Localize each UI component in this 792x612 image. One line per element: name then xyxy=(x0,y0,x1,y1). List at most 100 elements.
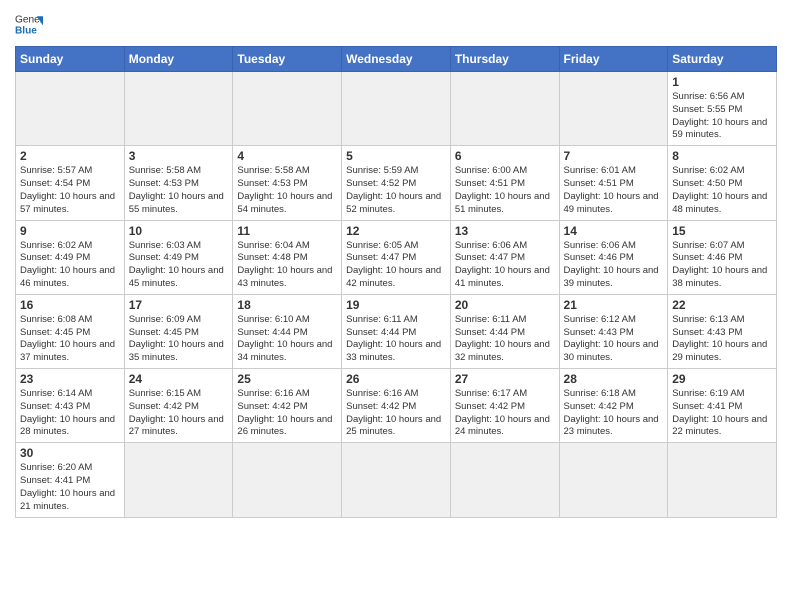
day-info: Sunrise: 6:13 AM Sunset: 4:43 PM Dayligh… xyxy=(672,314,772,365)
calendar-day-cell: 2 Sunrise: 5:57 AM Sunset: 4:54 PM Daylig… xyxy=(16,146,125,220)
calendar-day-cell: 23 Sunrise: 6:14 AM Sunset: 4:43 PM Dayli… xyxy=(16,369,125,443)
calendar-day-cell xyxy=(124,72,233,146)
day-info: Sunrise: 5:58 AM Sunset: 4:53 PM Dayligh… xyxy=(129,165,229,216)
svg-text:General: General xyxy=(15,14,43,25)
day-info: Sunrise: 6:17 AM Sunset: 4:42 PM Dayligh… xyxy=(455,388,555,439)
day-number: 18 xyxy=(237,298,337,312)
day-number: 29 xyxy=(672,372,772,386)
generalblue-logo-icon: General Blue xyxy=(15,10,43,38)
calendar-day-cell xyxy=(233,72,342,146)
day-number: 11 xyxy=(237,224,337,238)
calendar-day-cell: 26 Sunrise: 6:16 AM Sunset: 4:42 PM Dayli… xyxy=(342,369,451,443)
day-info: Sunrise: 6:19 AM Sunset: 4:41 PM Dayligh… xyxy=(672,388,772,439)
calendar-week-row: 23 Sunrise: 6:14 AM Sunset: 4:43 PM Dayli… xyxy=(16,369,777,443)
calendar-day-cell: 7 Sunrise: 6:01 AM Sunset: 4:51 PM Daylig… xyxy=(559,146,668,220)
day-number: 21 xyxy=(564,298,664,312)
weekday-header-sunday: Sunday xyxy=(16,47,125,72)
calendar-day-cell: 22 Sunrise: 6:13 AM Sunset: 4:43 PM Dayli… xyxy=(668,294,777,368)
day-info: Sunrise: 6:07 AM Sunset: 4:46 PM Dayligh… xyxy=(672,240,772,291)
day-info: Sunrise: 6:04 AM Sunset: 4:48 PM Dayligh… xyxy=(237,240,337,291)
calendar-day-cell: 4 Sunrise: 5:58 AM Sunset: 4:53 PM Daylig… xyxy=(233,146,342,220)
day-number: 2 xyxy=(20,149,120,163)
day-info: Sunrise: 6:10 AM Sunset: 4:44 PM Dayligh… xyxy=(237,314,337,365)
calendar-day-cell: 30Sunrise: 6:20 AM Sunset: 4:41 PM Dayli… xyxy=(16,443,125,517)
day-info: Sunrise: 6:02 AM Sunset: 4:49 PM Dayligh… xyxy=(20,240,120,291)
day-number: 22 xyxy=(672,298,772,312)
day-info: Sunrise: 6:08 AM Sunset: 4:45 PM Dayligh… xyxy=(20,314,120,365)
calendar-day-cell: 27 Sunrise: 6:17 AM Sunset: 4:42 PM Dayli… xyxy=(450,369,559,443)
weekday-header-friday: Friday xyxy=(559,47,668,72)
calendar-day-cell: 18 Sunrise: 6:10 AM Sunset: 4:44 PM Dayli… xyxy=(233,294,342,368)
day-info: Sunrise: 6:00 AM Sunset: 4:51 PM Dayligh… xyxy=(455,165,555,216)
day-number: 8 xyxy=(672,149,772,163)
day-info: Sunrise: 6:14 AM Sunset: 4:43 PM Dayligh… xyxy=(20,388,120,439)
day-number: 9 xyxy=(20,224,120,238)
calendar-week-row: 2 Sunrise: 5:57 AM Sunset: 4:54 PM Daylig… xyxy=(16,146,777,220)
calendar-day-cell xyxy=(124,443,233,517)
calendar-day-cell xyxy=(342,443,451,517)
day-info: Sunrise: 6:03 AM Sunset: 4:49 PM Dayligh… xyxy=(129,240,229,291)
calendar-table: SundayMondayTuesdayWednesdayThursdayFrid… xyxy=(15,46,777,518)
day-number: 6 xyxy=(455,149,555,163)
calendar-week-row: 1 Sunrise: 6:56 AM Sunset: 5:55 PM Daylig… xyxy=(16,72,777,146)
day-info: Sunrise: 6:15 AM Sunset: 4:42 PM Dayligh… xyxy=(129,388,229,439)
day-info: Sunrise: 6:16 AM Sunset: 4:42 PM Dayligh… xyxy=(346,388,446,439)
calendar-day-cell: 5Sunrise: 5:59 AM Sunset: 4:52 PM Daylig… xyxy=(342,146,451,220)
day-info: Sunrise: 6:11 AM Sunset: 4:44 PM Dayligh… xyxy=(346,314,446,365)
day-info: Sunrise: 5:58 AM Sunset: 4:53 PM Dayligh… xyxy=(237,165,337,216)
day-number: 13 xyxy=(455,224,555,238)
weekday-header-wednesday: Wednesday xyxy=(342,47,451,72)
day-number: 3 xyxy=(129,149,229,163)
weekday-header-row: SundayMondayTuesdayWednesdayThursdayFrid… xyxy=(16,47,777,72)
day-number: 7 xyxy=(564,149,664,163)
day-info: Sunrise: 6:01 AM Sunset: 4:51 PM Dayligh… xyxy=(564,165,664,216)
calendar-day-cell xyxy=(559,72,668,146)
day-info: Sunrise: 6:06 AM Sunset: 4:47 PM Dayligh… xyxy=(455,240,555,291)
day-number: 23 xyxy=(20,372,120,386)
day-info: Sunrise: 6:16 AM Sunset: 4:42 PM Dayligh… xyxy=(237,388,337,439)
calendar-day-cell: 19 Sunrise: 6:11 AM Sunset: 4:44 PM Dayli… xyxy=(342,294,451,368)
calendar-day-cell: 29 Sunrise: 6:19 AM Sunset: 4:41 PM Dayli… xyxy=(668,369,777,443)
day-number: 1 xyxy=(672,75,772,89)
day-number: 25 xyxy=(237,372,337,386)
weekday-header-saturday: Saturday xyxy=(668,47,777,72)
weekday-header-tuesday: Tuesday xyxy=(233,47,342,72)
calendar-day-cell: 15Sunrise: 6:07 AM Sunset: 4:46 PM Dayli… xyxy=(668,220,777,294)
calendar-day-cell: 3 Sunrise: 5:58 AM Sunset: 4:53 PM Daylig… xyxy=(124,146,233,220)
calendar-day-cell xyxy=(559,443,668,517)
day-info: Sunrise: 6:06 AM Sunset: 4:46 PM Dayligh… xyxy=(564,240,664,291)
day-number: 14 xyxy=(564,224,664,238)
calendar-week-row: 30Sunrise: 6:20 AM Sunset: 4:41 PM Dayli… xyxy=(16,443,777,517)
day-number: 24 xyxy=(129,372,229,386)
calendar-day-cell xyxy=(342,72,451,146)
svg-text:Blue: Blue xyxy=(15,25,37,36)
day-number: 26 xyxy=(346,372,446,386)
calendar-day-cell: 28Sunrise: 6:18 AM Sunset: 4:42 PM Dayli… xyxy=(559,369,668,443)
calendar-day-cell xyxy=(668,443,777,517)
logo: General Blue xyxy=(15,10,43,38)
calendar-day-cell: 14 Sunrise: 6:06 AM Sunset: 4:46 PM Dayli… xyxy=(559,220,668,294)
day-info: Sunrise: 6:56 AM Sunset: 5:55 PM Dayligh… xyxy=(672,91,772,142)
calendar-day-cell: 10Sunrise: 6:03 AM Sunset: 4:49 PM Dayli… xyxy=(124,220,233,294)
calendar-week-row: 9 Sunrise: 6:02 AM Sunset: 4:49 PM Daylig… xyxy=(16,220,777,294)
calendar-week-row: 16Sunrise: 6:08 AM Sunset: 4:45 PM Dayli… xyxy=(16,294,777,368)
day-number: 4 xyxy=(237,149,337,163)
calendar-day-cell: 25 Sunrise: 6:16 AM Sunset: 4:42 PM Dayli… xyxy=(233,369,342,443)
day-info: Sunrise: 5:59 AM Sunset: 4:52 PM Dayligh… xyxy=(346,165,446,216)
calendar-day-cell: 11 Sunrise: 6:04 AM Sunset: 4:48 PM Dayli… xyxy=(233,220,342,294)
day-number: 27 xyxy=(455,372,555,386)
day-number: 17 xyxy=(129,298,229,312)
day-info: Sunrise: 5:57 AM Sunset: 4:54 PM Dayligh… xyxy=(20,165,120,216)
calendar-day-cell: 17Sunrise: 6:09 AM Sunset: 4:45 PM Dayli… xyxy=(124,294,233,368)
day-number: 19 xyxy=(346,298,446,312)
calendar-day-cell: 21Sunrise: 6:12 AM Sunset: 4:43 PM Dayli… xyxy=(559,294,668,368)
calendar-day-cell: 6 Sunrise: 6:00 AM Sunset: 4:51 PM Daylig… xyxy=(450,146,559,220)
calendar-day-cell xyxy=(450,443,559,517)
day-info: Sunrise: 6:20 AM Sunset: 4:41 PM Dayligh… xyxy=(20,462,120,513)
day-number: 12 xyxy=(346,224,446,238)
calendar-day-cell: 24 Sunrise: 6:15 AM Sunset: 4:42 PM Dayli… xyxy=(124,369,233,443)
calendar-day-cell: 20Sunrise: 6:11 AM Sunset: 4:44 PM Dayli… xyxy=(450,294,559,368)
calendar-day-cell xyxy=(233,443,342,517)
calendar-day-cell: 13 Sunrise: 6:06 AM Sunset: 4:47 PM Dayli… xyxy=(450,220,559,294)
calendar-day-cell xyxy=(450,72,559,146)
